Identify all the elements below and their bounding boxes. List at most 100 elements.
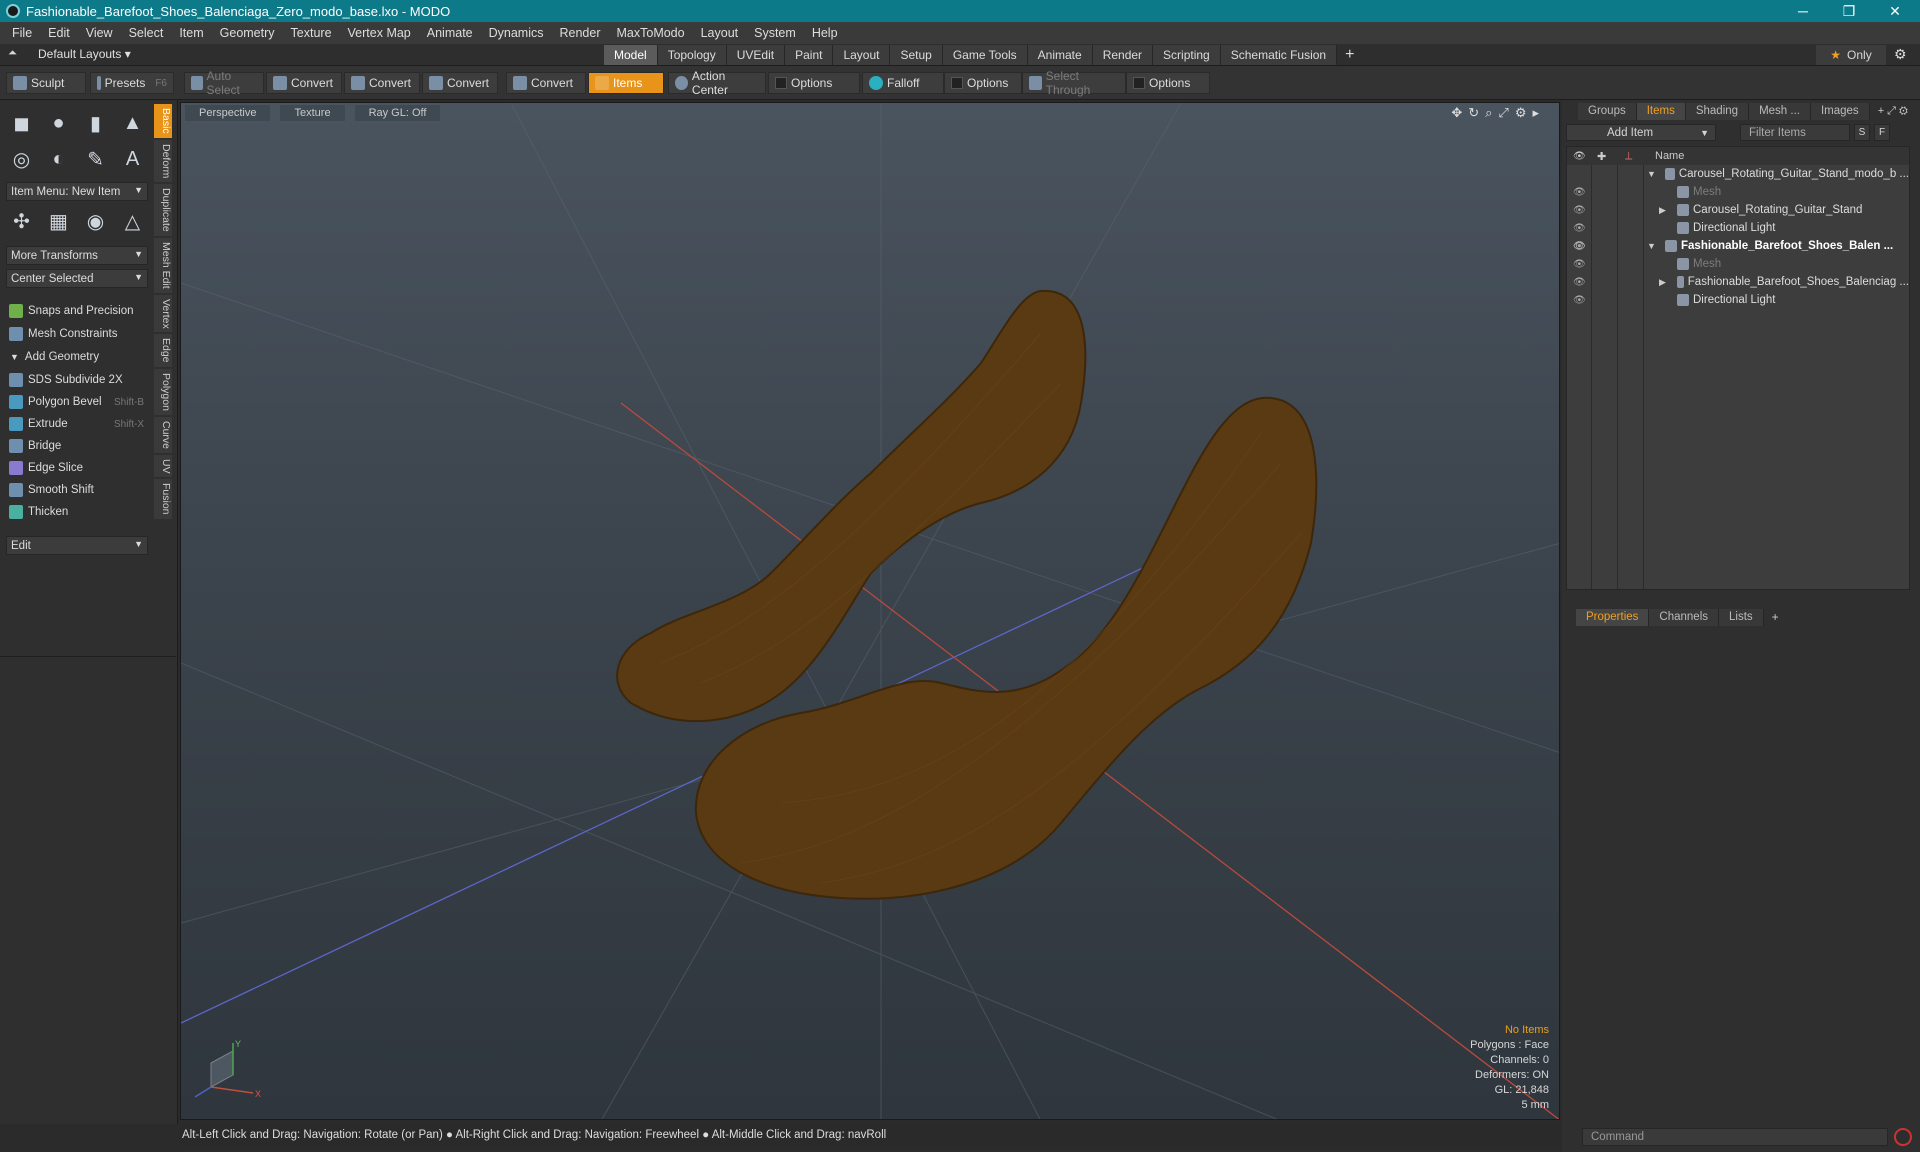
tab-topology[interactable]: Topology (657, 45, 727, 65)
tab-shading[interactable]: Shading (1685, 102, 1750, 120)
center-selected-dropdown[interactable]: Center Selected ▼ (6, 269, 148, 288)
options-button-1[interactable]: Options (768, 72, 860, 94)
filter-items-input[interactable]: Filter Items (1740, 124, 1850, 141)
eye-icon[interactable]: 👁 (1573, 205, 1586, 216)
menu-render[interactable]: Render (552, 26, 609, 40)
falloff-button[interactable]: Falloff (862, 72, 944, 94)
layouts-dropdown[interactable]: Default Layouts ▾ (38, 47, 131, 61)
tree-row-shoes-scene[interactable]: 👁 ▼ Fashionable_Barefoot_Shoes_Balen ... (1567, 237, 1909, 255)
tree-row-directional-light[interactable]: 👁 Directional Light (1567, 219, 1909, 237)
options-button-3[interactable]: Options (1126, 72, 1210, 94)
tab-scripting[interactable]: Scripting (1153, 45, 1221, 65)
play-icon[interactable]: ▸ (1532, 105, 1545, 120)
pan-icon[interactable]: ✥ (1451, 105, 1468, 120)
tab-animate[interactable]: Animate (1027, 45, 1093, 65)
cylinder-icon[interactable]: ▮ (80, 108, 111, 138)
convert-materials-button[interactable]: Convert (506, 72, 586, 94)
tree-row-mesh[interactable]: 👁 Mesh (1567, 183, 1909, 201)
only-toggle[interactable]: ★ Only (1816, 45, 1886, 65)
menu-texture[interactable]: Texture (283, 26, 340, 40)
gear-icon[interactable]: ⚙ (1894, 46, 1907, 63)
sidetab-polygon[interactable]: Polygon (154, 368, 172, 415)
tab-items[interactable]: Items (1636, 102, 1686, 120)
name-column-header[interactable]: Name (1655, 150, 1684, 162)
add-geometry-header[interactable]: ▼ Add Geometry (6, 347, 148, 367)
menu-dynamics[interactable]: Dynamics (481, 26, 552, 40)
add-item-button[interactable]: Add Item ▼ (1566, 124, 1716, 141)
layout-toggle-icon[interactable]: ⏶ (8, 47, 17, 60)
snaps-precision-button[interactable]: Snaps and Precision (6, 301, 148, 321)
action-center-button[interactable]: Action Center (668, 69, 766, 97)
tab-mesh[interactable]: Mesh ... (1749, 102, 1811, 120)
menu-item[interactable]: Item (171, 26, 211, 40)
lock-icon[interactable]: ✚ (1597, 150, 1606, 163)
tab-channels[interactable]: Channels (1649, 608, 1720, 626)
select-through-button[interactable]: Select Through (1022, 69, 1126, 97)
globe-icon[interactable]: ◉ (80, 206, 111, 236)
text-icon[interactable]: A (117, 144, 148, 174)
sculpt-button[interactable]: Sculpt (6, 72, 86, 94)
restore-button[interactable]: ❐ (1826, 0, 1872, 22)
tab-groups[interactable]: Groups (1578, 102, 1637, 120)
zoom-icon[interactable]: ⌕ (1485, 105, 1498, 120)
record-icon[interactable] (1894, 1128, 1912, 1146)
command-input[interactable]: Command (1582, 1128, 1888, 1146)
edge-slice-button[interactable]: Edge Slice (6, 458, 148, 478)
tree-row-carousel-group[interactable]: 👁 ▶ Carousel_Rotating_Guitar_Stand (1567, 201, 1909, 219)
raygl-toggle[interactable]: Ray GL: Off (354, 105, 441, 121)
convert-polygons-button[interactable]: Convert (422, 72, 498, 94)
sidetab-edge[interactable]: Edge (154, 334, 172, 367)
mesh-constraints-button[interactable]: Mesh Constraints (6, 324, 148, 344)
3d-viewport[interactable]: Y X Perspective Texture Ray GL: Off ✥↻⌕⤢… (180, 102, 1560, 1120)
auto-select-button[interactable]: Auto Select (184, 69, 264, 97)
items-mode-button[interactable]: Items (588, 72, 664, 94)
torus-icon[interactable]: ◎ (6, 144, 37, 174)
menu-file[interactable]: File (4, 26, 40, 40)
eye-icon[interactable]: 👁 (1573, 223, 1586, 234)
options-button-2[interactable]: Options (944, 72, 1022, 94)
tab-layout[interactable]: Layout (833, 45, 891, 65)
menu-layout[interactable]: Layout (693, 26, 747, 40)
eye-icon[interactable]: 👁 (1573, 187, 1586, 198)
tab-setup[interactable]: Setup (890, 45, 943, 65)
panel-options-icon[interactable]: + ⤢ ⚙ (1878, 105, 1908, 118)
expand-icon[interactable]: ▼ (1647, 169, 1656, 179)
sidetab-vertex[interactable]: Vertex (154, 294, 172, 333)
eye-icon[interactable]: 👁 (1573, 295, 1586, 306)
f-button[interactable]: F (1874, 124, 1890, 141)
pen-icon[interactable]: ✎ (80, 144, 111, 174)
grid-icon[interactable]: ▦ (43, 206, 74, 236)
menu-help[interactable]: Help (804, 26, 846, 40)
view-mode-dropdown[interactable]: Perspective (185, 105, 271, 121)
sphere-icon[interactable]: ● (43, 108, 74, 138)
sidetab-duplicate[interactable]: Duplicate (154, 184, 172, 236)
bridge-button[interactable]: Bridge (6, 436, 148, 456)
close-button[interactable]: ✕ (1872, 0, 1918, 22)
polygon-bevel-button[interactable]: Polygon Bevel Shift-B (6, 392, 148, 412)
tab-game-tools[interactable]: Game Tools (942, 45, 1028, 65)
sidetab-uv[interactable]: UV (154, 454, 172, 478)
tab-lists[interactable]: Lists (1719, 608, 1764, 626)
gear-icon[interactable]: ⚙ (1515, 105, 1533, 120)
shading-dropdown[interactable]: Texture (280, 105, 345, 121)
tab-model[interactable]: Model (604, 45, 658, 65)
menu-system[interactable]: System (746, 26, 804, 40)
eye-icon[interactable]: 👁 (1573, 277, 1586, 288)
expand-icon[interactable]: ▶ (1659, 205, 1666, 216)
menu-vertex-map[interactable]: Vertex Map (340, 26, 419, 40)
presets-button[interactable]: Presets F6 (90, 72, 174, 94)
axis-icon[interactable]: ⟂ (1625, 150, 1632, 163)
sds-subdivide-button[interactable]: SDS Subdivide 2X (6, 370, 148, 390)
minimize-button[interactable]: ─ (1780, 0, 1826, 22)
tab-properties[interactable]: Properties (1576, 608, 1650, 626)
sidetab-basic[interactable]: Basic (154, 104, 172, 138)
edit-dropdown[interactable]: Edit ▼ (6, 536, 148, 555)
cone-icon[interactable]: ▲ (117, 108, 148, 138)
tab-paint[interactable]: Paint (785, 45, 834, 65)
extrude-button[interactable]: Extrude Shift-X (6, 414, 148, 434)
sidetab-mesh-edit[interactable]: Mesh Edit (154, 237, 172, 293)
menu-view[interactable]: View (78, 26, 121, 40)
menu-select[interactable]: Select (121, 26, 172, 40)
tree-row-shoes-group[interactable]: 👁 ▶ Fashionable_Barefoot_Shoes_Balenciag .… (1567, 273, 1909, 291)
item-menu-dropdown[interactable]: Item Menu: New Item ▼ (6, 182, 148, 201)
